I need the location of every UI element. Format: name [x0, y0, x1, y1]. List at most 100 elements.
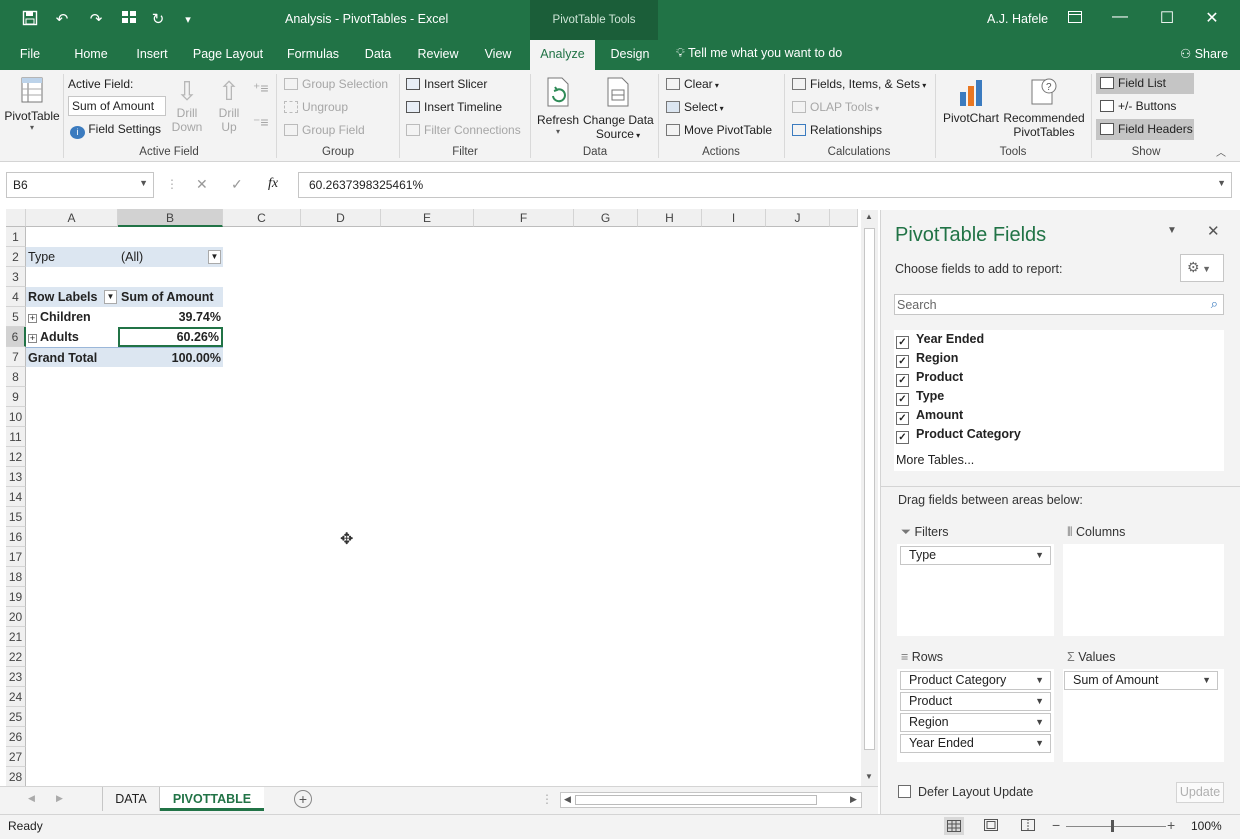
drill-down-button[interactable]: ⇩ Drill Down: [170, 76, 204, 134]
search-icon[interactable]: ⌕: [1211, 296, 1218, 312]
pivottable-button[interactable]: PivotTable ▾: [4, 76, 60, 132]
row-header[interactable]: 18: [6, 567, 26, 587]
tab-file[interactable]: File: [10, 40, 50, 70]
pivot-row-adults[interactable]: + Adults: [26, 327, 118, 347]
row-header[interactable]: 20: [6, 607, 26, 627]
filter-dropdown-icon[interactable]: ▼: [208, 250, 221, 264]
horizontal-scroll-thumb[interactable]: [575, 795, 817, 805]
tab-page-layout[interactable]: Page Layout: [188, 40, 268, 70]
update-button[interactable]: Update: [1176, 782, 1224, 803]
row-header[interactable]: 2: [6, 247, 26, 267]
user-name[interactable]: A.J. Hafele: [987, 12, 1048, 26]
row-header[interactable]: 5: [6, 307, 26, 327]
collapse-ribbon-icon[interactable]: ︿: [1216, 144, 1226, 159]
row-header[interactable]: 8: [6, 367, 26, 387]
field-item-region[interactable]: ✓ Region: [896, 351, 958, 368]
chevron-down-icon[interactable]: ▼: [1035, 547, 1044, 564]
change-data-source-button[interactable]: Change Data Source ▾: [583, 76, 654, 141]
row-header[interactable]: 19: [6, 587, 26, 607]
grand-total-value[interactable]: 100.00%: [118, 347, 223, 367]
tab-formulas[interactable]: Formulas: [280, 40, 346, 70]
column-header-f[interactable]: F: [474, 209, 574, 227]
checkbox-checked-icon[interactable]: ✓: [896, 355, 909, 368]
column-header-g[interactable]: G: [574, 209, 638, 227]
drill-up-button[interactable]: ⇧ Drill Up: [212, 76, 246, 134]
tools-gear-button[interactable]: ⚙ ▼: [1180, 254, 1224, 282]
chevron-down-icon[interactable]: ▼: [1035, 714, 1044, 731]
select-button[interactable]: Select ▾: [666, 100, 724, 114]
olap-tools-button[interactable]: OLAP Tools ▾: [792, 100, 879, 114]
row-header[interactable]: 11: [6, 427, 26, 447]
field-headers-toggle[interactable]: Field Headers: [1096, 119, 1194, 140]
filter-connections-button[interactable]: Filter Connections: [406, 123, 521, 137]
chevron-down-icon[interactable]: ▼: [1035, 693, 1044, 710]
customize-qat-icon[interactable]: ▾: [176, 13, 200, 26]
row-header[interactable]: 25: [6, 707, 26, 727]
checkbox-unchecked-icon[interactable]: [898, 785, 911, 798]
row-header[interactable]: 21: [6, 627, 26, 647]
fields-items-sets-button[interactable]: Fields, Items, & Sets ▾: [792, 77, 926, 91]
field-item-product[interactable]: ✓ Product: [896, 370, 963, 387]
row-header[interactable]: 9: [6, 387, 26, 407]
scroll-down-icon[interactable]: ▼: [865, 772, 873, 781]
field-item-product-category[interactable]: ✓ Product Category: [896, 427, 1021, 444]
scroll-left-icon[interactable]: ◀: [564, 794, 571, 805]
name-box[interactable]: B6 ▼: [6, 172, 154, 198]
filters-pill-type[interactable]: Type ▼: [900, 546, 1051, 565]
pivot-filter-value[interactable]: (All) ▼: [118, 247, 223, 267]
undo-icon[interactable]: ↶: [50, 10, 74, 28]
row-header[interactable]: 3: [6, 267, 26, 287]
column-header-e[interactable]: E: [381, 209, 474, 227]
scroll-up-icon[interactable]: ▲: [865, 212, 873, 221]
tab-home[interactable]: Home: [66, 40, 116, 70]
field-item-year-ended[interactable]: ✓ Year Ended: [896, 332, 984, 349]
zoom-level[interactable]: 100%: [1191, 819, 1222, 833]
values-pill-sum-of-amount[interactable]: Sum of Amount ▼: [1064, 671, 1218, 690]
ribbon-display-options-icon[interactable]: [1063, 10, 1087, 28]
new-sheet-icon[interactable]: +: [294, 790, 312, 808]
row-header[interactable]: 15: [6, 507, 26, 527]
checkbox-checked-icon[interactable]: ✓: [896, 412, 909, 425]
chevron-down-icon[interactable]: ▼: [1035, 735, 1044, 752]
sheet-tab-data[interactable]: DATA: [102, 787, 160, 811]
expand-icon[interactable]: +: [28, 314, 37, 323]
rows-pill-region[interactable]: Region ▼: [900, 713, 1051, 732]
horizontal-scrollbar[interactable]: ◀ ▶: [560, 792, 862, 808]
field-list-toggle[interactable]: Field List: [1096, 73, 1194, 94]
select-all-corner[interactable]: [6, 209, 26, 227]
zoom-in-icon[interactable]: +: [1167, 817, 1175, 833]
scroll-right-icon[interactable]: ▶: [850, 794, 857, 805]
row-header[interactable]: 10: [6, 407, 26, 427]
row-header[interactable]: 27: [6, 747, 26, 767]
plus-minus-buttons-toggle[interactable]: +/- Buttons: [1096, 96, 1194, 117]
chevron-down-icon[interactable]: ▼: [1202, 672, 1211, 689]
expand-formula-bar-icon[interactable]: ▼: [1217, 178, 1226, 188]
row-header[interactable]: 26: [6, 727, 26, 747]
tell-me-search[interactable]: 💡︎ Tell me what you want to do: [676, 46, 842, 61]
collapse-field-icon[interactable]: ⁻≡: [253, 114, 269, 131]
more-tables-link[interactable]: More Tables...: [896, 453, 974, 467]
checkbox-checked-icon[interactable]: ✓: [896, 431, 909, 444]
column-header-c[interactable]: C: [223, 209, 301, 227]
insert-slicer-button[interactable]: Insert Slicer: [406, 77, 487, 91]
tab-review[interactable]: Review: [410, 40, 466, 70]
filters-drop-area[interactable]: Type ▼: [897, 544, 1054, 636]
checkbox-checked-icon[interactable]: ✓: [896, 374, 909, 387]
zoom-slider[interactable]: [1066, 826, 1166, 827]
name-box-dropdown-icon[interactable]: ▼: [139, 178, 148, 188]
page-layout-view-icon[interactable]: [984, 819, 998, 834]
pivotchart-button[interactable]: PivotChart: [940, 76, 1002, 125]
enter-icon[interactable]: ✓: [231, 176, 243, 193]
vertical-scroll-thumb[interactable]: [864, 228, 875, 750]
vertical-scrollbar[interactable]: ▲ ▼: [861, 210, 878, 786]
row-header[interactable]: 23: [6, 667, 26, 687]
prev-sheet-icon[interactable]: ◀: [28, 793, 35, 804]
column-header-i[interactable]: I: [702, 209, 766, 227]
split-handle-icon[interactable]: ⋮: [541, 792, 553, 806]
tab-data[interactable]: Data: [356, 40, 400, 70]
page-break-view-icon[interactable]: [1021, 819, 1035, 834]
maximize-icon[interactable]: ☐: [1155, 8, 1179, 28]
ungroup-button[interactable]: Ungroup: [284, 100, 348, 114]
row-header[interactable]: 4: [6, 287, 26, 307]
sort-filter-icon[interactable]: ▼: [104, 290, 117, 304]
